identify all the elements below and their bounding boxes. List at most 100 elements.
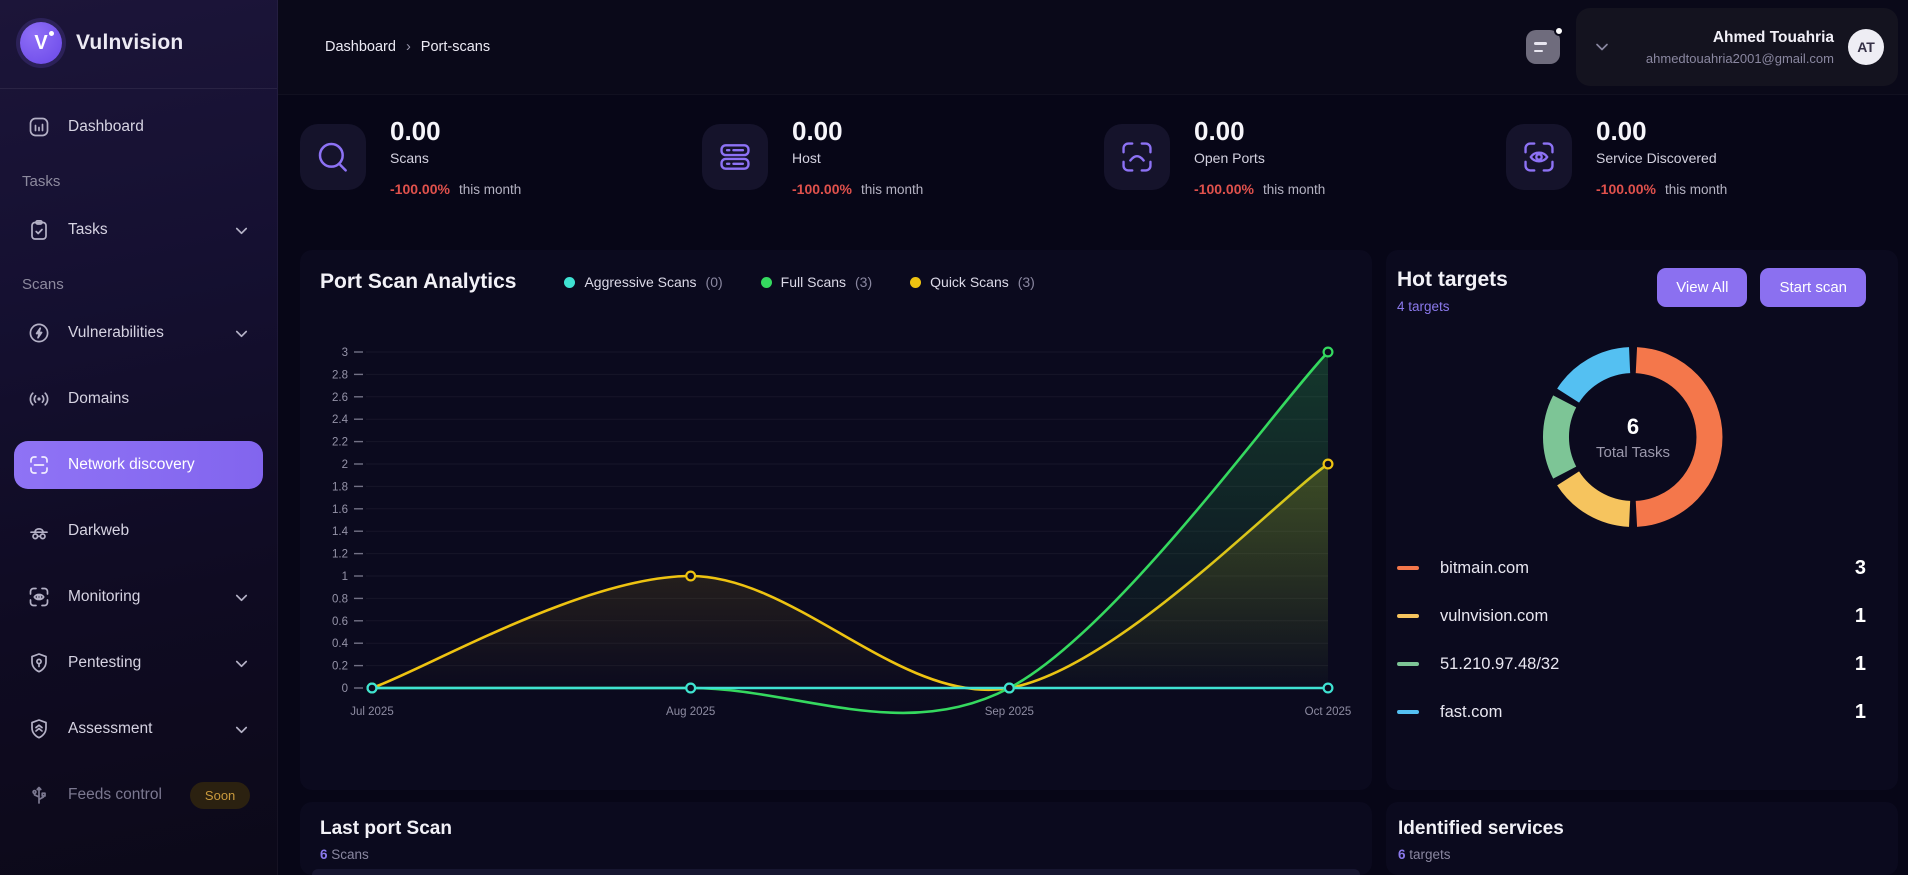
legend-count: (3)	[855, 274, 873, 290]
target-label: fast.com	[1440, 702, 1503, 721]
last-port-scan-title: Last port Scan	[320, 818, 452, 839]
stat-period: this month	[1262, 182, 1326, 197]
svg-text:2.4: 2.4	[332, 414, 349, 426]
target-row-bitmain-com[interactable]: bitmain.com 3	[1397, 544, 1866, 592]
sidebar-item-tasks[interactable]: Tasks	[14, 206, 263, 254]
stat-change-row: -100.00% this month	[390, 181, 521, 197]
dashboard-icon	[26, 114, 52, 140]
target-label: bitmain.com	[1440, 558, 1529, 577]
sidebar-item-darkweb[interactable]: Darkweb	[14, 507, 263, 555]
soon-badge: Soon	[189, 781, 251, 809]
legend-item-quick-scans[interactable]: Quick Scans (3)	[910, 274, 1035, 290]
notification-icon[interactable]	[1526, 26, 1564, 64]
user-menu[interactable]: Ahmed Touahria ahmedtouahria2001@gmail.c…	[1576, 8, 1898, 86]
tasks-donut-chart: 6 Total Tasks	[1523, 327, 1743, 547]
svg-text:2.2: 2.2	[332, 437, 348, 449]
breadcrumb-item[interactable]: Dashboard	[325, 39, 396, 55]
user-texts: Ahmed Touahria ahmedtouahria2001@gmail.c…	[1646, 29, 1834, 66]
legend-name: Aggressive Scans	[584, 274, 697, 290]
stat-card-host: 0.00 Host -100.00% this month	[702, 106, 1104, 207]
vulnvision-logo-icon: V	[20, 22, 62, 64]
sidebar-item-assessment[interactable]: Assessment	[14, 705, 263, 753]
stat-change-row: -100.00% this month	[1596, 181, 1727, 197]
feeds-icon	[26, 782, 52, 808]
host-icon	[702, 123, 768, 190]
app-name: Vulnvision	[76, 31, 184, 54]
user-name: Ahmed Touahria	[1712, 28, 1834, 46]
target-row-fast-com[interactable]: fast.com 1	[1397, 688, 1866, 736]
port-scan-analytics-panel: Port Scan Analytics Aggressive Scans (0) F…	[300, 250, 1372, 790]
donut-slice-fast-com[interactable]	[1557, 347, 1631, 404]
svg-text:1: 1	[342, 571, 348, 583]
start-scan-button[interactable]: Start scan	[1760, 268, 1866, 307]
hot-targets-subtitle: 4 targets	[1397, 299, 1450, 314]
stat-label: Scans	[390, 150, 429, 166]
view-all-button[interactable]: View All	[1657, 268, 1748, 307]
stat-texts: 0.00 Service Discovered -100.00% this month	[1596, 116, 1727, 197]
target-count: 1	[1854, 604, 1866, 627]
chart-header: Port Scan Analytics Aggressive Scans (0) F…	[300, 250, 1372, 294]
target-color-dash	[1397, 613, 1419, 619]
sidebar-item-label: Monitoring	[68, 588, 141, 605]
chevron-down-icon[interactable]	[1592, 37, 1612, 57]
monitoring-icon	[26, 584, 52, 610]
svg-text:0.6: 0.6	[332, 616, 348, 628]
sidebar-item-monitoring[interactable]: Monitoring	[14, 573, 263, 621]
stat-period: this month	[1664, 182, 1728, 197]
svg-text:2.8: 2.8	[332, 369, 348, 381]
stats-row: 0.00 Scans -100.00% this month 0.00 Host -100.…	[300, 106, 1908, 207]
sidebar-item-pentesting[interactable]: Pentesting	[14, 639, 263, 687]
svg-text:2: 2	[342, 459, 348, 471]
sidebar-nav: Dashboard Tasks Tasks Scans Vulnerabilities D…	[0, 89, 277, 819]
svg-text:2.6: 2.6	[332, 392, 348, 404]
breadcrumb-item[interactable]: Port-scans	[421, 39, 490, 55]
avatar[interactable]: AT	[1848, 29, 1884, 65]
stat-card-open-ports: 0.00 Open Ports -100.00% this month	[1104, 106, 1506, 207]
sidebar: V Vulnvision Dashboard Tasks Tasks Scans Vul…	[0, 0, 278, 875]
sidebar-item-dashboard[interactable]: Dashboard	[14, 103, 263, 151]
donut-slice-bitmain-com[interactable]	[1635, 347, 1723, 527]
sidebar-item-label: Dashboard	[68, 118, 144, 135]
network-discovery-icon	[26, 452, 52, 478]
svg-text:1.4: 1.4	[332, 526, 349, 538]
svg-text:1.6: 1.6	[332, 504, 348, 516]
stat-period: this month	[458, 182, 522, 197]
chevron-down-icon	[232, 324, 251, 343]
stat-card-service-discovered: 0.00 Service Discovered -100.00% this month	[1506, 106, 1908, 207]
donut-slice-vulnvision-com[interactable]	[1557, 470, 1631, 527]
legend-item-full-scans[interactable]: Full Scans (3)	[760, 274, 873, 290]
svg-text:3: 3	[342, 347, 348, 359]
stat-label: Open Ports	[1194, 150, 1265, 166]
eye-scan-icon	[1506, 123, 1572, 190]
donut-svg	[1543, 347, 1723, 527]
target-color-dash	[1397, 661, 1419, 667]
stat-texts: 0.00 Host -100.00% this month	[792, 116, 923, 197]
notification-dot	[1554, 26, 1564, 36]
svg-text:Oct 2025: Oct 2025	[1305, 706, 1352, 718]
legend-name: Quick Scans	[930, 274, 1009, 290]
breadcrumb: Dashboard › Port-scans	[325, 39, 490, 55]
legend-dot	[910, 276, 922, 288]
target-row-vulnvision-com[interactable]: vulnvision.com 1	[1397, 592, 1866, 640]
legend-dot	[760, 276, 772, 288]
sidebar-item-label: Darkweb	[68, 522, 130, 539]
user-email: ahmedtouahria2001@gmail.com	[1645, 50, 1834, 66]
target-label: 51.210.97.48/32	[1440, 654, 1560, 673]
sidebar-item-domains[interactable]: Domains	[14, 375, 263, 423]
pentesting-icon	[26, 650, 52, 676]
target-row-51-210-97-48-32[interactable]: 51.210.97.48/32 1	[1397, 640, 1866, 688]
stat-value: 0.00	[1596, 116, 1647, 146]
sidebar-item-feeds-control[interactable]: Feeds control Soon	[14, 771, 263, 819]
target-list: bitmain.com 3 vulnvision.com 1 51.210.97.48/…	[1397, 544, 1866, 736]
sidebar-item-network-discovery[interactable]: Network discovery	[14, 441, 263, 489]
sidebar-item-label: Vulnerabilities	[68, 324, 164, 341]
legend-item-aggressive-scans[interactable]: Aggressive Scans (0)	[564, 274, 723, 290]
donut-slice-51-210-97-48-32[interactable]	[1543, 395, 1577, 479]
darkweb-icon	[26, 518, 52, 544]
svg-text:Sep 2025: Sep 2025	[985, 706, 1034, 718]
hot-targets-panel: Hot targets 4 targets View All Start sca…	[1386, 250, 1898, 790]
breadcrumb-separator: ›	[405, 39, 411, 55]
svg-text:0: 0	[342, 683, 348, 695]
sidebar-item-vulnerabilities[interactable]: Vulnerabilities	[14, 309, 263, 357]
stat-card-scans: 0.00 Scans -100.00% this month	[300, 106, 702, 207]
